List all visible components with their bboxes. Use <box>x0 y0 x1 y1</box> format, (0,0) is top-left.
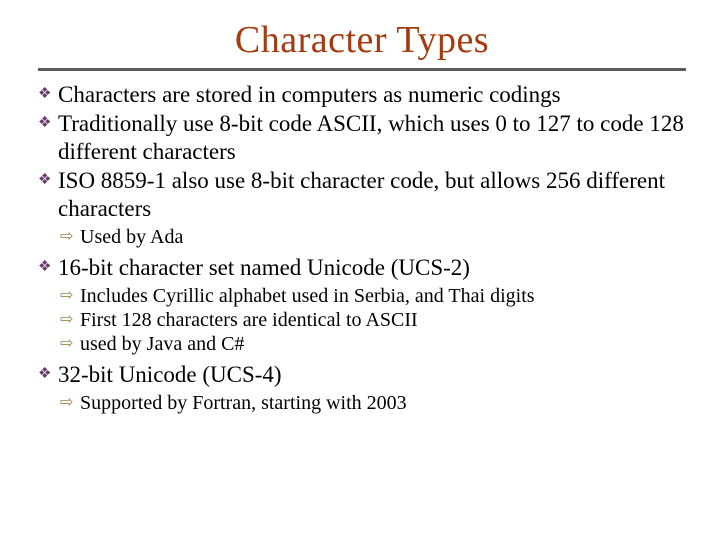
bullet-2: ❖ Traditionally use 8-bit code ASCII, wh… <box>38 110 686 166</box>
arrow-icon: ⇨ <box>60 225 78 248</box>
bullet-3-subs: ⇨ Used by Ada <box>60 225 686 249</box>
title-divider <box>38 68 686 71</box>
arrow-icon: ⇨ <box>60 284 78 307</box>
sub-bullet: ⇨ Includes Cyrillic alphabet used in Ser… <box>60 284 686 308</box>
sub-bullet-text: Includes Cyrillic alphabet used in Serbi… <box>80 284 535 308</box>
slide-title: Character Types <box>38 18 686 62</box>
arrow-icon: ⇨ <box>60 332 78 355</box>
bullet-text: 16-bit character set named Unicode (UCS-… <box>58 254 470 282</box>
sub-bullet-text: Supported by Fortran, starting with 2003 <box>80 391 407 415</box>
bullet-text: 32-bit Unicode (UCS-4) <box>58 361 282 389</box>
bullet-4: ❖ 16-bit character set named Unicode (UC… <box>38 254 686 282</box>
diamond-icon: ❖ <box>38 254 56 280</box>
sub-bullet: ⇨ Supported by Fortran, starting with 20… <box>60 391 686 415</box>
bullet-text: Traditionally use 8-bit code ASCII, whic… <box>58 110 686 166</box>
sub-bullet-text: First 128 characters are identical to AS… <box>80 308 418 332</box>
sub-bullet-text: used by Java and C# <box>80 332 244 356</box>
bullet-5-subs: ⇨ Supported by Fortran, starting with 20… <box>60 391 686 415</box>
bullet-text: Characters are stored in computers as nu… <box>58 81 561 109</box>
bullet-3: ❖ ISO 8859-1 also use 8-bit character co… <box>38 167 686 223</box>
arrow-icon: ⇨ <box>60 308 78 331</box>
diamond-icon: ❖ <box>38 361 56 387</box>
diamond-icon: ❖ <box>38 167 56 193</box>
bullet-1: ❖ Characters are stored in computers as … <box>38 81 686 109</box>
sub-bullet: ⇨ Used by Ada <box>60 225 686 249</box>
bullet-text: ISO 8859-1 also use 8-bit character code… <box>58 167 686 223</box>
diamond-icon: ❖ <box>38 81 56 107</box>
diamond-icon: ❖ <box>38 110 56 136</box>
sub-bullet: ⇨ used by Java and C# <box>60 332 686 356</box>
sub-bullet: ⇨ First 128 characters are identical to … <box>60 308 686 332</box>
bullet-4-subs: ⇨ Includes Cyrillic alphabet used in Ser… <box>60 284 686 357</box>
bullet-5: ❖ 32-bit Unicode (UCS-4) <box>38 361 686 389</box>
sub-bullet-text: Used by Ada <box>80 225 183 249</box>
arrow-icon: ⇨ <box>60 391 78 414</box>
